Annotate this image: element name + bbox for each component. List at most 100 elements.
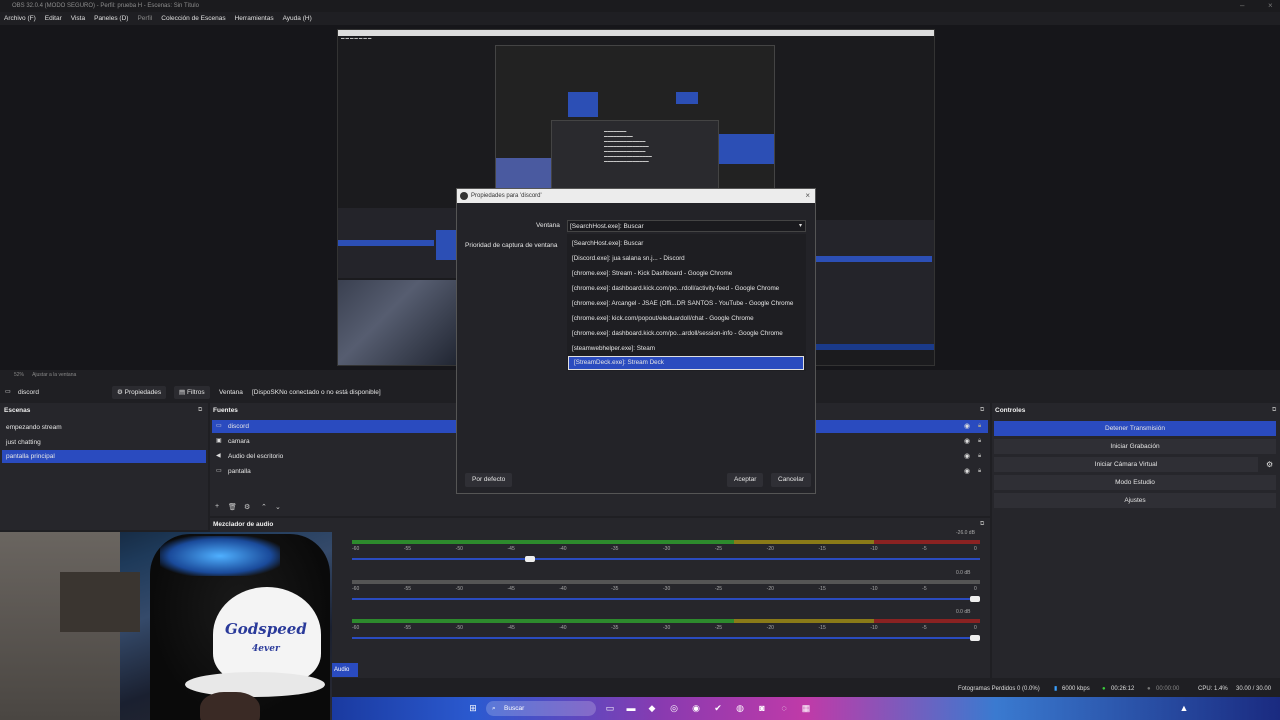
lock-icon[interactable]: 🔒︎ <box>978 435 981 448</box>
meter-tick-label: -35 <box>611 546 619 552</box>
dropdown-option[interactable]: [chrome.exe]: dashboard.kick.com/po...rd… <box>567 282 806 296</box>
dropdown-option[interactable]: [SearchHost.exe]: Buscar <box>567 237 806 251</box>
menu-edit[interactable]: Editar <box>45 12 62 25</box>
visibility-eye-icon[interactable]: ◉ <box>964 420 970 433</box>
tray-chevron-icon[interactable]: ▲ <box>1178 702 1190 714</box>
obs-icon[interactable]: ◍ <box>734 702 746 714</box>
move-up-icon[interactable]: ⌃ <box>261 503 267 511</box>
dropdown-option[interactable]: [chrome.exe]: kick.com/popout/eleduardol… <box>567 312 806 326</box>
dropdown-option[interactable]: [chrome.exe]: Stream - Kick Dashboard - … <box>567 267 806 281</box>
folder-icon[interactable]: ▬ <box>625 702 637 714</box>
preview-nested-block <box>716 134 774 164</box>
menu-file[interactable]: Archivo (F) <box>4 12 36 25</box>
mixer-title: Mezclador de audio <box>213 521 274 528</box>
dock-float-icon[interactable]: ⧉ <box>198 407 202 414</box>
dropdown-option[interactable]: [chrome.exe]: Arcangel - JSAE (Offi...DR… <box>567 297 806 311</box>
meter-tick-label: -50 <box>455 625 463 631</box>
trash-icon[interactable]: 🗑︎ <box>228 503 237 511</box>
filters-button[interactable]: ▤ Filtros <box>174 386 210 399</box>
discord-icon[interactable]: ◙ <box>756 702 768 714</box>
stop-streaming-button[interactable]: Detener Transmisión <box>994 421 1276 436</box>
volume-knob[interactable] <box>970 596 980 602</box>
scene-item[interactable]: empezando stream <box>2 421 206 434</box>
dock-float-icon[interactable]: ⧉ <box>1272 407 1276 414</box>
volume-knob[interactable] <box>970 635 980 641</box>
add-source-icon[interactable]: + <box>215 503 219 510</box>
close-icon[interactable]: × <box>805 189 810 203</box>
volume-slider[interactable] <box>352 635 980 641</box>
move-down-icon[interactable]: ⌄ <box>275 503 281 511</box>
preview-nested-block <box>676 92 698 104</box>
meter-tick-label: -10 <box>870 625 878 631</box>
dock-float-icon[interactable]: ⧉ <box>980 407 984 414</box>
streamdeck-icon[interactable]: ▦ <box>800 702 812 714</box>
menu-scene-collection[interactable]: Colección de Escenas <box>161 12 225 25</box>
zoom-fit-label[interactable]: Ajustar a la ventana <box>32 372 76 378</box>
dropdown-option[interactable]: [chrome.exe]: dashboard.kick.com/po...ar… <box>567 327 806 341</box>
lock-icon[interactable]: 🔒︎ <box>978 450 981 463</box>
dialog-title: Propiedades para 'discord' <box>471 193 542 199</box>
cpu-usage: CPU: 1.4% <box>1198 686 1228 692</box>
window-select[interactable]: [SearchHost.exe]: Buscar ▾ <box>567 220 806 232</box>
meter-tick-label: -50 <box>455 546 463 552</box>
edge-icon[interactable]: ◉ <box>690 702 702 714</box>
gear-icon[interactable]: ⚙ <box>244 503 250 511</box>
menu-profile[interactable]: Perfil <box>137 12 152 25</box>
preview-nested-scenes <box>338 208 458 278</box>
dropdown-option[interactable]: [Discord.exe]: jua salana sn.j... - Disc… <box>567 252 806 266</box>
cancel-button[interactable]: Cancelar <box>771 473 812 487</box>
app-icon[interactable]: ✔ <box>712 702 724 714</box>
lock-icon[interactable]: 🔒︎ <box>978 465 981 478</box>
zoom-level[interactable]: 52% <box>14 372 24 378</box>
volume-slider[interactable] <box>352 556 980 562</box>
visibility-eye-icon[interactable]: ◉ <box>964 465 970 478</box>
volume-slider[interactable] <box>352 596 980 602</box>
controls-title: Controles <box>995 407 1026 414</box>
menu-docks[interactable]: Paneles (D) <box>94 12 128 25</box>
bitrate-icon: ▮ <box>1054 686 1058 692</box>
menu-tools[interactable]: Herramientas <box>235 12 274 25</box>
task-view-icon[interactable]: ▭ <box>604 702 616 714</box>
preview-nested-menu: ▬ ▬ ▬ ▬ ▬ ▬ ▬ <box>341 36 372 40</box>
windows-start-icon[interactable]: ⊞ <box>467 702 479 714</box>
sources-title: Fuentes <box>213 407 238 414</box>
menu-help[interactable]: Ayuda (H) <box>283 12 312 25</box>
window-select-value: [SearchHost.exe]: Buscar <box>570 223 644 230</box>
visibility-eye-icon[interactable]: ◉ <box>964 435 970 448</box>
scene-item[interactable]: just chatting <box>2 436 206 449</box>
priority-field-label: Prioridad de captura de ventana <box>465 242 558 249</box>
app-icon[interactable]: ◆ <box>646 702 658 714</box>
scene-item[interactable]: pantalla principal <box>2 450 206 463</box>
steam-icon[interactable]: ◌ <box>778 702 790 714</box>
settings-button[interactable]: Ajustes <box>994 493 1276 508</box>
scenes-title: Escenas <box>4 407 31 414</box>
start-recording-button[interactable]: Iniciar Grabación <box>994 439 1276 454</box>
context-window-value[interactable]: [DispoSKNo conectado o no está disponibl… <box>252 385 381 400</box>
status-bar: Fotogramas Perdidos 0 (0.0%) ▮ 6000 kbps… <box>332 681 1280 708</box>
meter-tick-label: -30 <box>663 625 671 631</box>
chrome-icon[interactable]: ◎ <box>668 702 680 714</box>
taskbar-search[interactable]: ⌕ Buscar <box>486 701 596 716</box>
ok-button[interactable]: Aceptar <box>727 473 764 487</box>
defaults-button[interactable]: Por defecto <box>465 473 513 487</box>
start-virtual-camera-button[interactable]: Iniciar Cámara Virtual <box>994 457 1258 472</box>
properties-button[interactable]: ⚙ Propiedades <box>112 386 167 399</box>
close-icon[interactable]: × <box>1268 0 1273 12</box>
webcam-face <box>200 692 260 720</box>
gear-icon[interactable]: ⚙ <box>1266 460 1273 469</box>
volume-knob[interactable] <box>525 556 536 562</box>
meter-tick-label: -10 <box>870 546 878 552</box>
menu-view[interactable]: Vista <box>71 12 85 25</box>
dropdown-option[interactable]: [steamwebhelper.exe]: Steam <box>567 342 806 356</box>
meter-tick-label: -35 <box>611 586 619 592</box>
studio-mode-button[interactable]: Modo Estudio <box>994 475 1276 490</box>
preview-nested-selection <box>338 240 434 246</box>
dock-float-icon[interactable]: ⧉ <box>980 521 984 528</box>
dropdown-option-selected[interactable]: [StreamDeck.exe]: Stream Deck <box>568 356 804 370</box>
visibility-eye-icon[interactable]: ◉ <box>964 450 970 463</box>
lock-icon[interactable]: 🔒︎ <box>978 420 981 433</box>
meter-tick-label: 0 <box>974 586 977 592</box>
minimize-icon[interactable]: – <box>1240 0 1244 12</box>
meter-tick-label: -55 <box>403 625 412 631</box>
meter-tick-label: -30 <box>663 546 671 552</box>
